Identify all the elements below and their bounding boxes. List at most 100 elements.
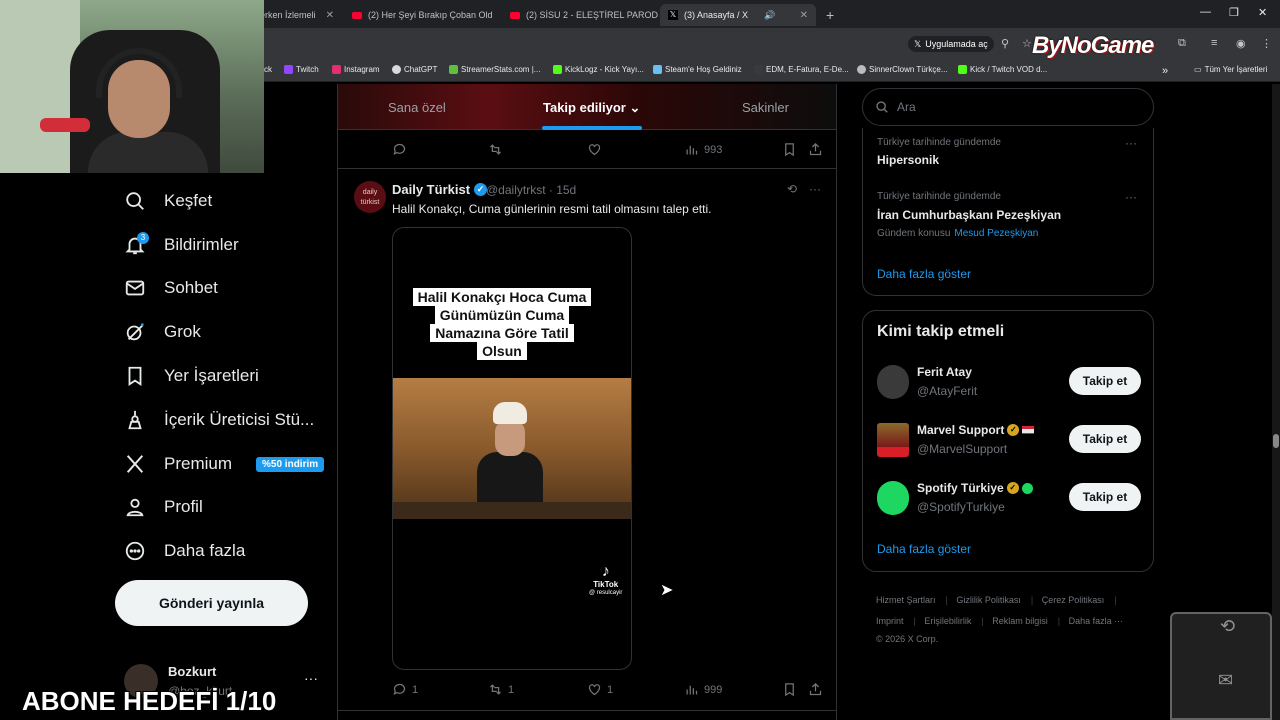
nav-profile[interactable]: Profil [124,492,203,522]
more-icon[interactable]: ··· [809,182,821,196]
tweet-author[interactable]: Daily Türkist ✓ [392,182,488,197]
caption-line: Halil Konakçı Hoca Cuma [412,288,592,306]
suggestion-handle: @SpotifyTurkiye [917,500,1005,514]
bookmark-item[interactable]: SinnerClown Türkçe... [857,65,948,74]
footer-link[interactable]: Çerez Politikası [1042,595,1105,605]
bookmarks-overflow[interactable]: » [1162,65,1168,77]
reply-button[interactable]: 1 [392,682,418,697]
footer-link[interactable]: Erişilebilirlik [924,616,971,626]
follow-button[interactable]: Takip et [1069,367,1141,395]
bookmark-item[interactable]: KickLogz - Kick Yayı... [553,65,644,74]
nav-label: Keşfet [164,191,213,210]
bookmark-item[interactable]: EDM, E-Fatura, E-De... [754,65,849,74]
share-button[interactable] [808,142,823,157]
x-logo-icon: 𝕏 [668,10,678,20]
tweet-video[interactable]: Halil Konakçı Hoca Cuma Günümüzün Cuma N… [392,227,632,670]
nav-creator-studio[interactable]: İçerik Üreticisi Stü... [124,405,314,435]
handle-text: @dailytrkst [486,183,546,197]
footer-link[interactable]: Gizlilik Politikası [956,595,1021,605]
tab-residents[interactable]: Sakinler [742,100,789,115]
retweet-button[interactable]: 1 [488,682,514,697]
bookmark-tweet-button[interactable] [782,682,797,697]
show-more-link[interactable]: Daha fazla göster [877,542,971,556]
account-more-icon[interactable]: ··· [304,670,318,686]
speaker-icon[interactable]: 🔊 [764,10,775,21]
views-button[interactable]: 999 [684,682,722,697]
bookmark-item[interactable]: Steam'e Hoş Geldiniz [653,65,742,74]
footer-link[interactable]: Hizmet Şartları [876,595,936,605]
suggestion-name: Marvel Support ✓ [917,423,1035,437]
tab-label: Takip ediliyor [543,100,626,115]
open-in-app-button[interactable]: 𝕏 Uygulamada aç [908,36,994,52]
bookmark-item[interactable]: Instagram [332,65,380,74]
close-window-icon[interactable]: ✕ [1258,6,1267,19]
search-input[interactable]: Ara [862,88,1154,126]
verified-gold-icon: ✓ [1006,482,1019,494]
nav-explore[interactable]: Keşfet [124,186,212,216]
more-icon[interactable]: ··· [1125,136,1137,150]
browser-tab[interactable]: (2) Her Şeyi Bırakıp Çoban Old ✕ [344,4,500,26]
minimize-icon[interactable]: — [1200,6,1211,18]
like-button[interactable]: 1 [587,682,613,697]
context-link[interactable]: Mesud Pezeşkiyan [954,228,1038,239]
nav-grok[interactable]: Grok [124,317,201,347]
tab-following[interactable]: Takip ediliyor ⌄ [543,100,640,116]
bookmark-item[interactable]: ChatGPT [392,65,437,74]
bookmark-tweet-button[interactable] [782,142,797,157]
share-button[interactable] [808,682,823,697]
menu-icon[interactable]: ⋮ [1261,37,1272,50]
follow-suggestion[interactable]: Spotify Türkiye ✓ @SpotifyTurkiye Takip e… [877,479,1141,519]
trend-meta: Türkiye tarihinde gündemde [877,137,1001,148]
follow-suggestion[interactable]: Marvel Support ✓ @MarvelSupport Takip et [877,421,1141,461]
profile-icon[interactable]: ◉ [1236,37,1246,50]
media-icon[interactable]: ≡ [1211,37,1217,49]
all-bookmarks[interactable]: ▭ Tüm Yer İşaretleri [1194,65,1267,74]
nav-more[interactable]: Daha fazla [124,536,245,566]
maximize-icon[interactable]: ❐ [1229,6,1239,19]
browser-tab[interactable]: (2) SİSU 2 - ELEŞTİREL PARODİ ✕ [502,4,658,26]
folder-icon: ▭ [1194,65,1202,74]
scrollbar-track[interactable] [1272,84,1280,720]
tab-for-you[interactable]: Sana özel [388,100,446,115]
footer-link[interactable]: Reklam bilgisi [992,616,1048,626]
like-button[interactable] [587,142,602,157]
zoom-icon[interactable]: ⚲ [1001,37,1009,50]
nav-label: Grok [164,322,201,341]
bookmark-item[interactable]: StreamerStats.com |... [449,65,540,74]
close-tab-icon[interactable]: ✕ [493,10,500,21]
nav-premium[interactable]: Premium %50 indirim [124,449,325,479]
extensions-icon[interactable]: ⧉ [1178,37,1186,50]
nav-chat[interactable]: Sohbet [124,273,218,303]
views-chart-icon [686,145,698,155]
close-tab-icon[interactable]: ✕ [792,10,808,21]
star-icon[interactable]: ☆ [1022,37,1032,50]
bookmark-item[interactable]: Twitch [284,65,319,74]
tweet-time[interactable]: · 15d [549,183,576,197]
browser-tab-active[interactable]: 𝕏 (3) Anasayfa / X 🔊 ✕ [660,4,816,26]
footer-link[interactable]: Imprint [876,616,904,626]
show-more-link[interactable]: Daha fazla göster [877,267,971,281]
bookmark-item[interactable]: ck [264,65,272,74]
views-button[interactable]: 993 [684,142,722,157]
nav-label: Sohbet [164,278,218,297]
footer-link[interactable]: Daha fazla ··· [1069,616,1124,626]
more-icon[interactable]: ··· [1125,190,1137,204]
nav-notifications[interactable]: 3 Bildirimler [124,230,239,260]
bookmark-item[interactable]: Kick / Twitch VOD d... [958,65,1047,74]
nav-bookmarks[interactable]: Yer İşaretleri [124,361,259,391]
views-count: 999 [704,683,723,696]
scrollbar-thumb[interactable] [1273,434,1279,448]
retweet-button[interactable] [488,142,503,157]
search-placeholder: Ara [897,100,916,114]
close-tab-icon[interactable]: ✕ [318,10,334,21]
follow-button[interactable]: Takip et [1069,425,1141,453]
new-tab-button[interactable]: + [818,4,842,26]
follow-button[interactable]: Takip et [1069,483,1141,511]
heart-icon [588,684,601,696]
browser-tab[interactable]: erken İzlemeli ✕ [252,4,342,26]
post-button[interactable]: Gönderi yayınla [115,580,308,626]
follow-suggestion[interactable]: Ferit Atay @AtayFerit Takip et [877,363,1141,403]
grok-icon[interactable]: ⟲ [787,182,797,196]
tweet-author-avatar[interactable]: daily türkist [354,181,386,213]
reply-button[interactable] [392,142,407,157]
